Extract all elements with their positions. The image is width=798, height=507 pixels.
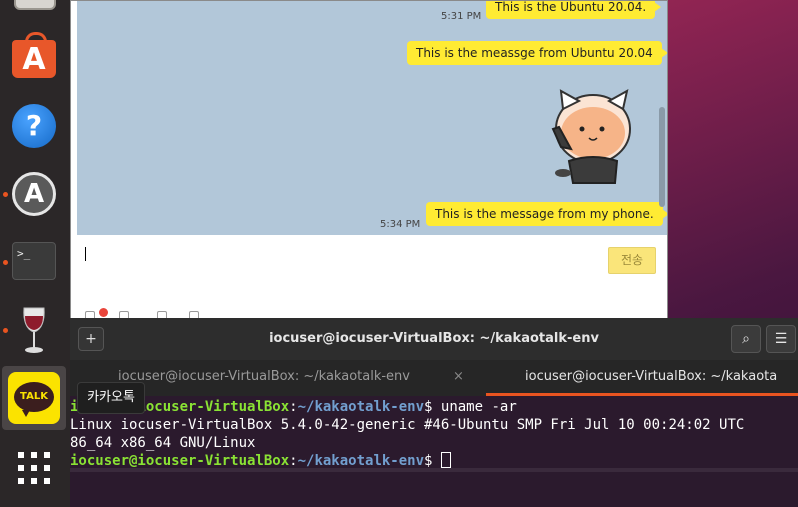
terminal-output-line: Linux iocuser-VirtualBox 5.4.0-42-generi… (70, 417, 745, 433)
running-indicator (3, 260, 8, 265)
prompt-end: $ (424, 453, 441, 469)
tab-close-icon[interactable]: × (453, 360, 464, 394)
help-icon[interactable]: ? (10, 102, 58, 150)
prompt-path: ~/kakaotalk-env (297, 399, 425, 415)
software-updater-icon[interactable]: A (10, 170, 58, 218)
help-question-icon: ? (12, 104, 56, 148)
hamburger-menu-icon: ☰ (774, 331, 788, 347)
typed-command: uname -ar (440, 399, 517, 415)
show-applications-icon[interactable] (18, 452, 50, 484)
message-bubble[interactable]: This is the message from my phone. (426, 202, 667, 226)
terminal-tab-1[interactable]: iocuser@iocuser-VirtualBox: ~/kakaotalk-… (118, 360, 410, 396)
updater-glyph-icon: A (12, 172, 56, 216)
message-input-area[interactable]: 전송 (77, 235, 667, 321)
text-caret (85, 247, 86, 261)
search-button[interactable]: ⌕ (731, 325, 761, 353)
message-time: 5:34 PM (380, 219, 421, 230)
kakaotalk-app-icon[interactable]: TALK (2, 366, 66, 430)
terminal-output-line: 86_64 x86_64 GNU/Linux (70, 435, 256, 451)
kakao-logo-text: TALK (14, 382, 54, 417)
terminal-tab-2[interactable]: iocuser@iocuser-VirtualBox: ~/kakaota (525, 360, 777, 396)
prompt-separator: : (289, 399, 298, 415)
terminal-window: + iocuser@iocuser-VirtualBox: ~/kakaotal… (70, 318, 798, 507)
store-bag-icon: A (12, 32, 56, 78)
send-button[interactable]: 전송 (608, 247, 656, 274)
chat-scrollbar[interactable] (659, 107, 665, 207)
chat-messages-area[interactable]: 5:31 PM This is the Ubuntu 20.04. This i… (77, 1, 667, 235)
ubuntu-dock: A ? A >_ TALK (0, 0, 70, 507)
prompt-path: ~/kakaotalk-env (297, 453, 425, 469)
prompt-end: $ (424, 399, 441, 415)
terminal-command-line: iocuser@iocuser-VirtualBox:~/kakaotalk-e… (70, 398, 798, 416)
files-app-icon[interactable] (14, 0, 56, 10)
wine-app-icon[interactable] (10, 306, 58, 354)
notification-badge (99, 308, 108, 317)
message-time: 5:31 PM (441, 11, 482, 22)
software-store-icon[interactable]: A (10, 32, 58, 82)
kakaotalk-chat-window: 5:31 PM This is the Ubuntu 20.04. This i… (70, 0, 668, 321)
kakaotalk-logo-icon: TALK (8, 372, 60, 424)
active-tab-indicator (486, 393, 798, 396)
terminal-prompt-icon: >_ (12, 242, 56, 280)
terminal-cursor (440, 452, 451, 468)
wine-glass-icon (23, 307, 45, 353)
terminal-title: iocuser@iocuser-VirtualBox: ~/kakaotalk-… (269, 331, 599, 346)
menu-button[interactable]: ☰ (766, 325, 796, 353)
running-indicator (3, 192, 8, 197)
running-indicator (3, 328, 8, 333)
terminal-header-bar: + iocuser@iocuser-VirtualBox: ~/kakaotal… (70, 318, 798, 360)
message-bubble[interactable]: This is the meassge from Ubuntu 20.04 (407, 41, 667, 65)
terminal-app-icon[interactable]: >_ (10, 238, 58, 286)
terminal-tab-bar: iocuser@iocuser-VirtualBox: ~/kakaotalk-… (70, 360, 798, 396)
cat-sticker-icon[interactable] (549, 89, 635, 187)
prompt-separator: : (289, 453, 298, 469)
message-bubble[interactable]: This is the Ubuntu 20.04. (486, 1, 662, 19)
terminal-bottom-edge (70, 468, 798, 472)
search-icon: ⌕ (742, 331, 750, 347)
kakaotalk-tooltip: 카카오톡 (77, 382, 145, 414)
terminal-output[interactable]: iocuser@iocuser-VirtualBox:~/kakaotalk-e… (70, 398, 798, 507)
prompt-user: iocuser@iocuser-VirtualBox (70, 453, 290, 469)
